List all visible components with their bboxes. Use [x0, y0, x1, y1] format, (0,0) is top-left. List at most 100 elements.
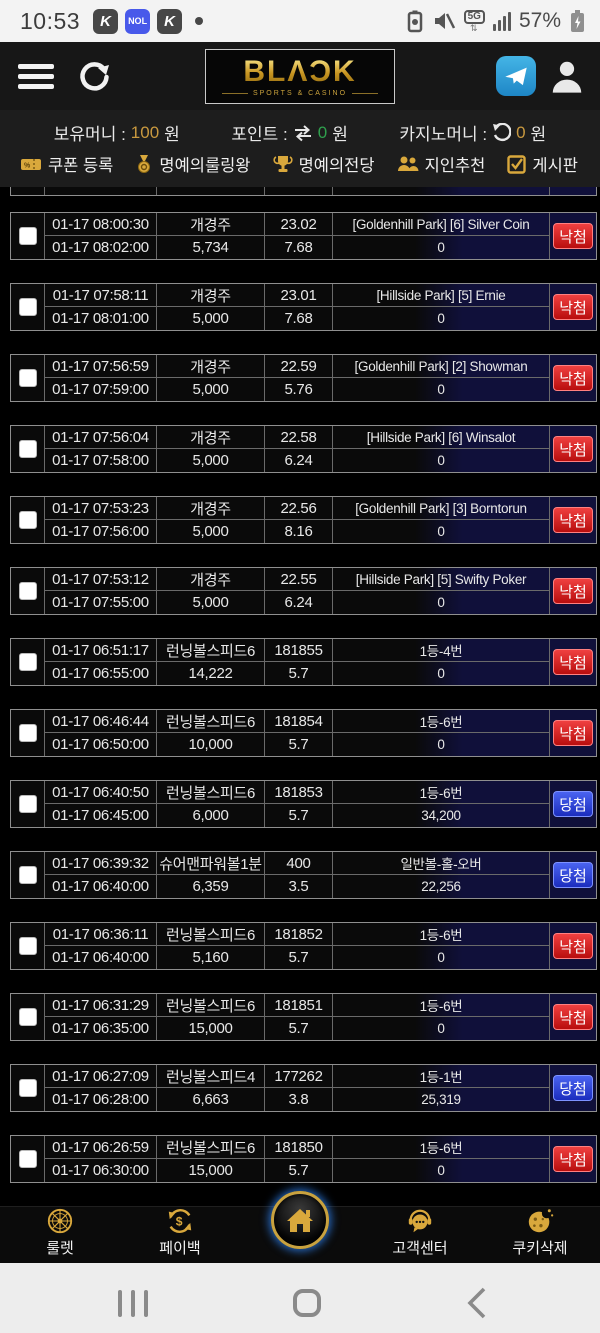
network-5g-icon: 5G⇅ [464, 10, 485, 33]
game-name: 런닝볼스피드6 [157, 639, 265, 662]
win-amount: 0 [333, 662, 549, 685]
menu-item-coupon[interactable]: % 쿠폰 등록 [20, 152, 113, 176]
black-logo[interactable]: BLΛƆK SPORTS & CASINO [205, 49, 395, 104]
row-checkbox[interactable] [19, 511, 37, 529]
row-checkbox-cell [11, 710, 45, 756]
bet-time: 01-17 06:51:17 [45, 639, 157, 662]
row-checkbox[interactable] [19, 582, 37, 600]
pick-selection: 1등-4번 [333, 639, 549, 662]
row-checkbox[interactable] [19, 724, 37, 742]
row-checkbox[interactable] [19, 795, 37, 813]
home-button[interactable] [271, 1191, 329, 1249]
bet-amount: 5,734 [157, 236, 265, 259]
settle-time: 01-17 06:45:00 [45, 804, 157, 827]
points-value: 0 [318, 123, 327, 143]
row-checkbox[interactable] [19, 1150, 37, 1168]
round-number: 181850 [265, 1136, 333, 1159]
android-recents-button[interactable] [118, 1290, 148, 1317]
row-checkbox[interactable] [19, 937, 37, 955]
row-grid: 01-17 07:53:12 개경주 22.55 [Hillside Park]… [45, 568, 549, 614]
pick-selection: [Hillside Park] [5] Swifty Poker [333, 568, 549, 591]
menu-item-hall-of-fame[interactable]: 명예의전당 [273, 152, 375, 176]
game-name: 개경주 [157, 568, 265, 591]
bet-amount: 10,000 [157, 733, 265, 756]
bet-history-row: 01-17 07:56:59 개경주 22.59 [Goldenhill Par… [10, 354, 597, 402]
swap-icon[interactable] [293, 124, 313, 142]
round-number: 22.58 [265, 426, 333, 449]
user-profile-icon[interactable] [548, 57, 586, 95]
row-checkbox[interactable] [19, 440, 37, 458]
menu-item-label: 게시판 [532, 152, 578, 176]
odds-value: 3.5 [265, 875, 333, 898]
bet-amount: 14,222 [157, 662, 265, 685]
bet-time: 01-17 08:00:30 [45, 213, 157, 236]
nav-label: 고객센터 [392, 1237, 447, 1258]
bet-history-row: 01-17 06:27:09 런닝볼스피드4 177262 1등-1번 01-1… [10, 1064, 597, 1112]
win-amount: 0 [333, 946, 549, 969]
bet-amount: 5,000 [157, 591, 265, 614]
row-grid: 01-17 06:36:11 런닝볼스피드6 181852 1등-6번 01-1… [45, 923, 549, 969]
bet-history-row: 01-17 06:51:17 런닝볼스피드6 181855 1등-4번 01-1… [10, 638, 597, 686]
settle-time: 01-17 06:50:00 [45, 733, 157, 756]
row-checkbox-cell [11, 852, 45, 898]
game-name: 런닝볼스피드6 [157, 923, 265, 946]
refresh-icon[interactable] [76, 58, 112, 94]
row-checkbox[interactable] [19, 866, 37, 884]
menu-item-referral[interactable]: 지인추천 [397, 152, 486, 176]
pick-selection: 1등-6번 [333, 994, 549, 1017]
bet-history-table: 01-17 08:00:30 개경주 23.02 [Goldenhill Par… [0, 187, 600, 1183]
casino-money-value: 0 [516, 123, 525, 143]
telegram-button[interactable] [496, 56, 536, 96]
nav-delete-cookies[interactable]: 쿠키삭제 [480, 1207, 600, 1263]
android-home-button[interactable] [293, 1289, 321, 1317]
row-checkbox-cell [11, 923, 45, 969]
nav-home-slot [240, 1207, 360, 1263]
pick-selection: 일반볼-홀-오버 [333, 852, 549, 875]
status-badge: 당첨 [553, 1075, 593, 1101]
points: 포인트 : 0 원 [231, 120, 347, 145]
cookie-icon [525, 1207, 555, 1235]
clock: 10:53 [20, 8, 80, 35]
row-checkbox[interactable] [19, 653, 37, 671]
nav-roulette[interactable]: 룰렛 [0, 1207, 120, 1263]
row-checkbox-cell [11, 426, 45, 472]
battery-saver-icon [406, 9, 424, 33]
row-grid: 01-17 06:46:44 런닝볼스피드6 181854 1등-6번 01-1… [45, 710, 549, 756]
signal-strength-icon [493, 12, 511, 31]
row-checkbox[interactable] [19, 1079, 37, 1097]
settle-time: 01-17 06:40:00 [45, 875, 157, 898]
bet-amount: 6,359 [157, 875, 265, 898]
row-grid: 01-17 06:39:32 슈어맨파워볼1분 400 일반볼-홀-오버 01-… [45, 852, 549, 898]
nav-payback[interactable]: $ 페이백 [120, 1207, 240, 1263]
row-grid: 01-17 06:26:59 런닝볼스피드6 181850 1등-6번 01-1… [45, 1136, 549, 1182]
row-checkbox[interactable] [19, 227, 37, 245]
status-cell: 낙첨 [549, 639, 596, 685]
row-checkbox-cell [11, 355, 45, 401]
row-grid: 01-17 08:00:30 개경주 23.02 [Goldenhill Par… [45, 213, 549, 259]
battery-charging-icon [569, 8, 586, 34]
casino-money: 카지노머니 : 0 원 [399, 120, 546, 145]
menu-item-board[interactable]: 게시판 [507, 152, 578, 176]
undo-icon[interactable] [492, 123, 511, 142]
android-back-button[interactable] [466, 1286, 488, 1320]
bet-time: 01-17 07:56:59 [45, 355, 157, 378]
row-checkbox-cell [11, 1136, 45, 1182]
row-checkbox[interactable] [19, 298, 37, 316]
round-number: 181853 [265, 781, 333, 804]
hamburger-menu-icon[interactable] [18, 59, 54, 94]
casino-money-label: 카지노머니 : [399, 120, 487, 145]
status-cell: 낙첨 [549, 213, 596, 259]
nav-customer-center[interactable]: 고객센터 [360, 1207, 480, 1263]
round-number: 23.01 [265, 284, 333, 307]
app-badge-icon: K [93, 9, 118, 34]
trophy-icon [273, 154, 293, 174]
odds-value: 6.24 [265, 449, 333, 472]
status-badge: 당첨 [553, 791, 593, 817]
row-checkbox[interactable] [19, 369, 37, 387]
status-badge: 낙첨 [553, 578, 593, 604]
status-cell: 낙첨 [549, 568, 596, 614]
row-checkbox[interactable] [19, 1008, 37, 1026]
game-name: 런닝볼스피드6 [157, 994, 265, 1017]
menu-item-rolling-king[interactable]: 명예의룰링왕 [135, 152, 250, 176]
status-cell: 당첨 [549, 1065, 596, 1111]
